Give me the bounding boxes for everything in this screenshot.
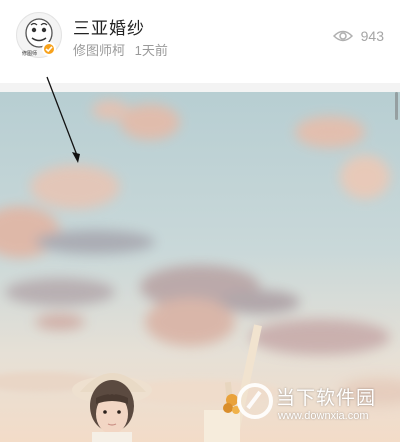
watermark-url: www.downxia.com xyxy=(278,410,369,422)
watermark-name: 当下软件园 xyxy=(276,388,377,409)
watermark: 当下软件园 www.downxia.com xyxy=(236,380,386,430)
arrow-annotation xyxy=(46,76,80,163)
watermark-logo-icon xyxy=(237,383,273,419)
scrollbar[interactable] xyxy=(395,92,398,120)
